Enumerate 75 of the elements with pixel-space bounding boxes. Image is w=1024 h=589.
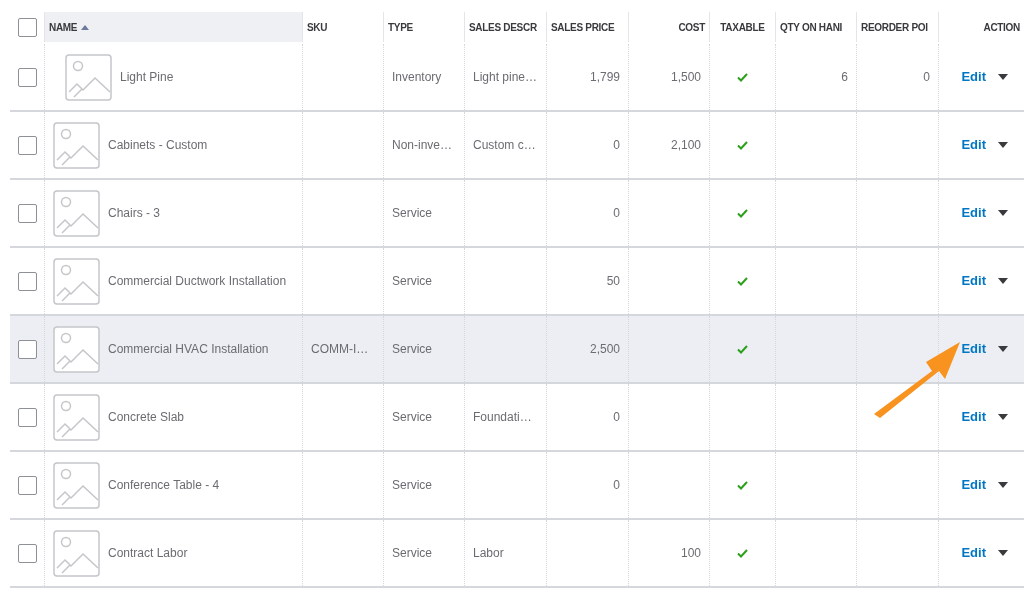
item-name: Concrete Slab bbox=[108, 409, 185, 426]
price-text: 50 bbox=[606, 273, 620, 290]
item-name: Light Pine bbox=[120, 69, 174, 86]
price-text: 0 bbox=[613, 205, 620, 222]
table-row[interactable]: Contract Labor Service Labor 100 Edit bbox=[10, 520, 1024, 588]
item-name: Contract Labor bbox=[108, 545, 188, 562]
cost-text: 100 bbox=[680, 545, 701, 562]
image-placeholder-icon bbox=[53, 257, 100, 305]
image-placeholder-icon bbox=[53, 121, 100, 169]
cost-text: 1,500 bbox=[670, 69, 701, 86]
item-name: Chairs - 3 bbox=[108, 205, 160, 222]
edit-link[interactable]: Edit bbox=[961, 203, 986, 223]
image-placeholder-icon bbox=[53, 393, 100, 441]
row-checkbox[interactable] bbox=[17, 203, 37, 223]
type-text: Non-inve… bbox=[392, 137, 453, 154]
sku-text: COMM-I… bbox=[311, 341, 369, 358]
caret-icon[interactable] bbox=[998, 278, 1008, 284]
edit-link[interactable]: Edit bbox=[961, 475, 986, 495]
caret-icon[interactable] bbox=[998, 74, 1008, 80]
table-row[interactable]: Cabinets - Custom Non-inve… Custom c… 0 2,100 Edit bbox=[10, 112, 1024, 180]
price-text: 0 bbox=[613, 137, 620, 154]
row-checkbox[interactable] bbox=[17, 543, 37, 563]
caret-icon[interactable] bbox=[998, 346, 1008, 352]
column-header[interactable]: NAME bbox=[44, 12, 302, 42]
price-text: 2,500 bbox=[589, 341, 620, 358]
row-checkbox[interactable] bbox=[17, 475, 37, 495]
row-checkbox[interactable] bbox=[17, 67, 37, 87]
description-text: Foundati… bbox=[473, 409, 532, 426]
item-name: Cabinets - Custom bbox=[108, 137, 208, 154]
type-text: Service bbox=[392, 477, 432, 494]
item-name: Commercial Ductwork Installation bbox=[108, 273, 287, 290]
row-checkbox[interactable] bbox=[17, 339, 37, 359]
image-placeholder-icon bbox=[53, 325, 100, 373]
type-text: Inventory bbox=[392, 69, 442, 86]
image-placeholder-icon bbox=[65, 53, 112, 101]
item-name: Commercial HVAC Installation bbox=[108, 341, 269, 358]
table-row[interactable]: Commercial HVAC Installation COMM-I… Service 2,500 Edit bbox=[10, 316, 1024, 384]
row-checkbox[interactable] bbox=[17, 271, 37, 291]
edit-link[interactable]: Edit bbox=[961, 339, 986, 359]
item-name: Conference Table - 4 bbox=[108, 477, 220, 494]
price-text: 1,799 bbox=[589, 69, 620, 86]
type-text: Service bbox=[392, 409, 432, 426]
table-row[interactable]: Conference Table - 4 Service 0 Edit bbox=[10, 452, 1024, 520]
type-text: Service bbox=[392, 205, 432, 222]
sort-ascending-icon bbox=[81, 24, 90, 30]
description-text: Custom c… bbox=[473, 137, 536, 154]
caret-icon[interactable] bbox=[998, 482, 1008, 488]
description-text: Labor bbox=[473, 545, 504, 562]
caret-icon[interactable] bbox=[998, 414, 1008, 420]
quantity-text: 6 bbox=[841, 69, 848, 86]
table-row[interactable]: Concrete Slab Service Foundati… 0 Edit bbox=[10, 384, 1024, 452]
image-placeholder-icon bbox=[53, 189, 100, 237]
row-checkbox[interactable] bbox=[17, 407, 37, 427]
image-placeholder-icon bbox=[53, 461, 100, 509]
edit-link[interactable]: Edit bbox=[961, 271, 986, 291]
description-text: Light pine… bbox=[473, 69, 538, 86]
row-checkbox[interactable] bbox=[17, 135, 37, 155]
caret-icon[interactable] bbox=[998, 142, 1008, 148]
table-row[interactable]: Chairs - 3 Service 0 Edit bbox=[10, 180, 1024, 248]
edit-link[interactable]: Edit bbox=[961, 407, 986, 427]
price-text: 0 bbox=[613, 477, 620, 494]
reorder-point-text: 0 bbox=[923, 69, 930, 86]
edit-link[interactable]: Edit bbox=[961, 543, 986, 563]
table-row[interactable]: Commercial Ductwork Installation Service 50 Edit bbox=[10, 248, 1024, 316]
edit-link[interactable]: Edit bbox=[961, 135, 986, 155]
caret-icon[interactable] bbox=[998, 550, 1008, 556]
caret-icon[interactable] bbox=[998, 210, 1008, 216]
price-text: 0 bbox=[613, 409, 620, 426]
row-checkbox[interactable] bbox=[17, 17, 37, 37]
type-text: Service bbox=[392, 545, 432, 562]
type-text: Service bbox=[392, 273, 432, 290]
type-text: Service bbox=[392, 341, 432, 358]
edit-link[interactable]: Edit bbox=[961, 67, 986, 87]
cost-text: 2,100 bbox=[670, 137, 701, 154]
image-placeholder-icon bbox=[53, 529, 100, 577]
